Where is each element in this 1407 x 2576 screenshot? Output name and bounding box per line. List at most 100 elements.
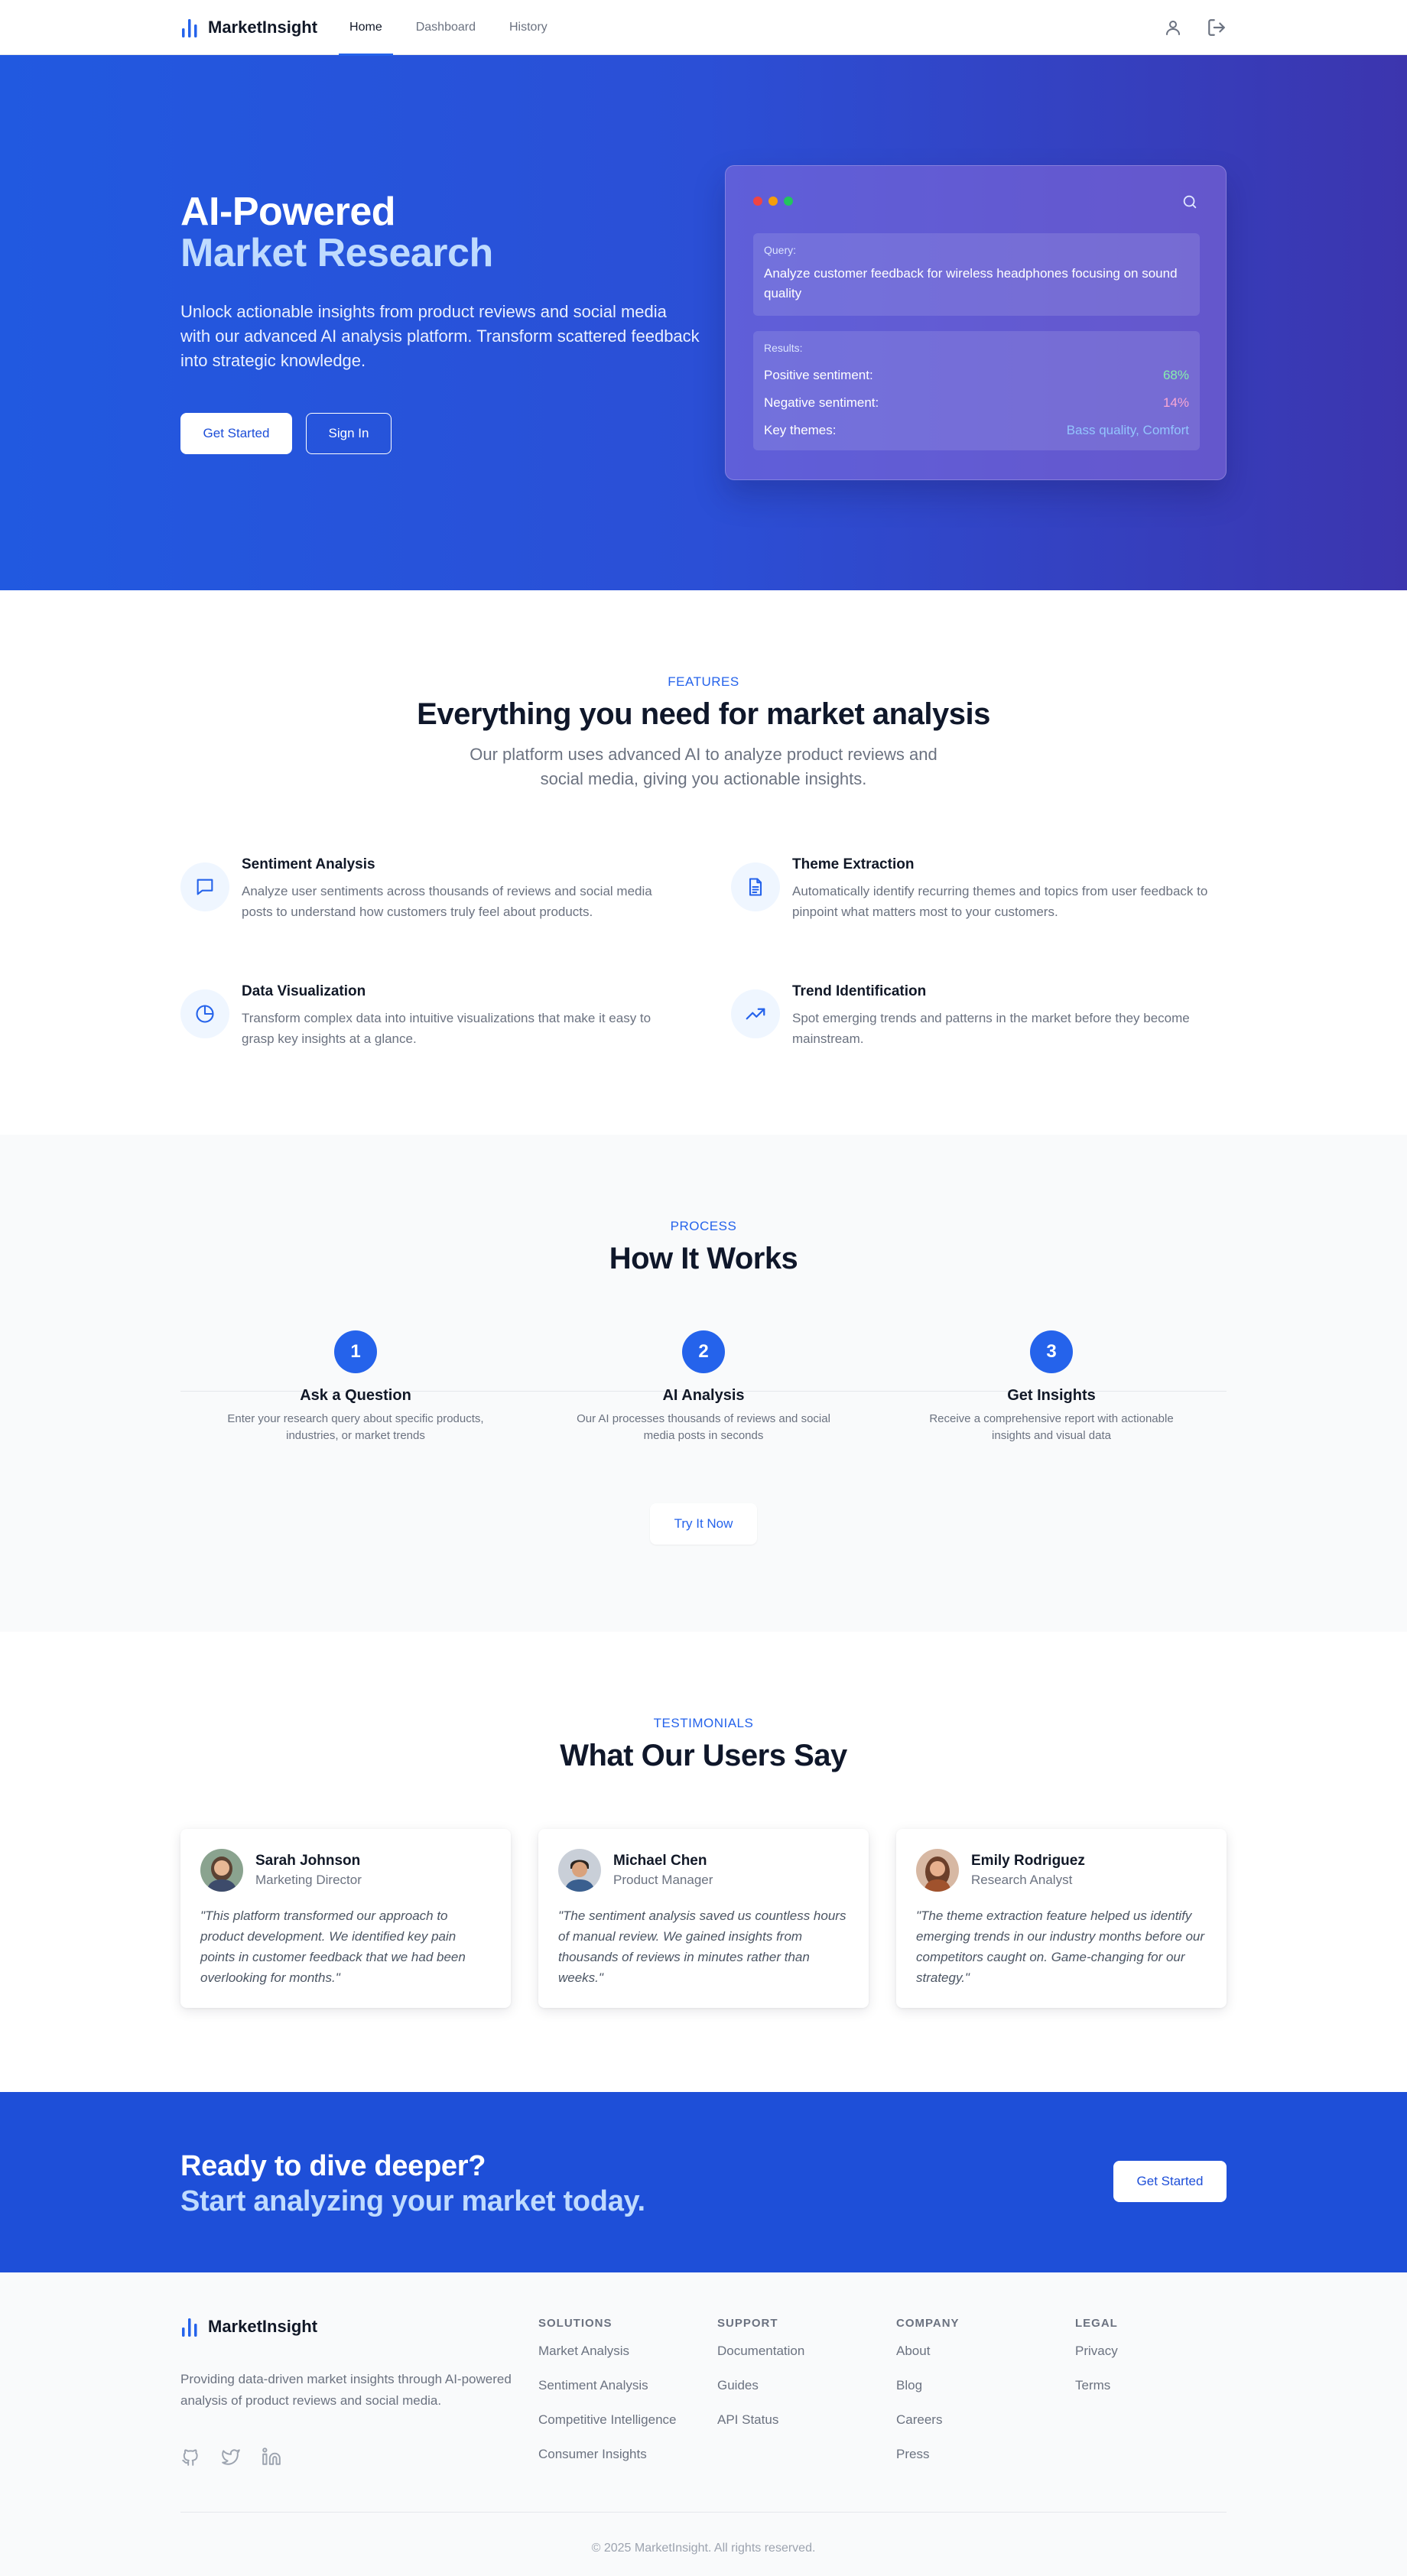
bar-chart-icon: [182, 19, 197, 37]
step-number: 3: [1030, 1330, 1073, 1373]
search-icon[interactable]: [1181, 193, 1198, 210]
testimonial-name: Sarah Johnson: [255, 1853, 361, 1869]
footer-link[interactable]: Careers: [896, 2412, 1064, 2447]
user-icon[interactable]: [1164, 18, 1182, 37]
result-label: Positive sentiment:: [764, 368, 873, 382]
process-step: 3 Get Insights Receive a comprehensive r…: [876, 1330, 1227, 1444]
footer-column-title: COMPANY: [896, 2317, 960, 2330]
footer-column-title: LEGAL: [1075, 2317, 1118, 2330]
testimonial-quote: "The sentiment analysis saved us countle…: [558, 1908, 846, 1985]
footer-brand[interactable]: MarketInsight: [180, 2317, 317, 2337]
avatar: [200, 1849, 243, 1892]
footer-link[interactable]: Blog: [896, 2378, 1064, 2412]
features-title: Everything you need for market analysis: [417, 697, 990, 731]
get-started-button[interactable]: Get Started: [180, 413, 292, 454]
feature-icon-wrap: [180, 862, 229, 911]
footer-link[interactable]: Competitive Intelligence: [538, 2412, 707, 2447]
feature-desc: Spot emerging trends and patterns in the…: [792, 1011, 1190, 1046]
hero-section: AI-Powered Market Research Unlock action…: [0, 55, 1407, 590]
document-icon: [749, 878, 762, 896]
footer-column-title: SUPPORT: [717, 2317, 778, 2330]
cta-section: Ready to dive deeper? Start analyzing yo…: [0, 2092, 1407, 2272]
feature-icon-wrap: [731, 862, 780, 911]
feature-title: Trend Identification: [792, 983, 927, 999]
footer-column-legal: LEGAL Privacy Terms: [1075, 2317, 1243, 2412]
brand-logo[interactable]: MarketInsight: [180, 18, 317, 37]
footer-link[interactable]: Terms: [1075, 2378, 1243, 2412]
step-title: AI Analysis: [662, 1387, 745, 1404]
footer-link[interactable]: API Status: [717, 2412, 885, 2447]
feature-desc: Automatically identify recurring themes …: [792, 884, 1208, 919]
footer-link[interactable]: Market Analysis: [538, 2344, 707, 2378]
hero-title: AI-Powered Market Research: [180, 191, 493, 274]
result-value: 68%: [1162, 368, 1189, 382]
hero-subtitle: Unlock actionable insights from product …: [180, 302, 700, 370]
chat-bubble-icon: [197, 879, 213, 895]
result-value: 14%: [1162, 395, 1189, 410]
window-dots: [753, 197, 793, 206]
avatar: [558, 1849, 601, 1892]
footer-column-support: SUPPORT Documentation Guides API Status: [717, 2317, 885, 2447]
step-number: 2: [682, 1330, 725, 1373]
process-title: How It Works: [609, 1242, 798, 1275]
process-step: 1 Ask a Question Enter your research que…: [180, 1330, 531, 1444]
step-desc: Enter your research query about specific…: [227, 1412, 484, 1442]
sign-in-button[interactable]: Sign In: [306, 413, 392, 454]
footer-link[interactable]: Press: [896, 2447, 1064, 2481]
footer-link[interactable]: Guides: [717, 2378, 885, 2412]
result-label: Key themes:: [764, 423, 837, 437]
pie-chart-icon: [196, 1005, 214, 1023]
linkedin-icon[interactable]: [262, 2447, 281, 2467]
nav-link-history[interactable]: History: [499, 0, 558, 55]
result-row: Positive sentiment: 68%: [764, 362, 1189, 389]
feature-icon-wrap: [180, 989, 229, 1038]
github-icon[interactable]: [180, 2447, 200, 2467]
testimonials-eyebrow: TESTIMONIALS: [653, 1716, 754, 1730]
footer-column-title: SOLUTIONS: [538, 2317, 613, 2330]
footer-link[interactable]: Privacy: [1075, 2344, 1243, 2378]
feature-desc: Transform complex data into intuitive vi…: [242, 1011, 652, 1046]
results-label: Results:: [764, 342, 803, 354]
result-label: Negative sentiment:: [764, 395, 879, 410]
social-links: [180, 2447, 281, 2467]
step-desc: Receive a comprehensive report with acti…: [929, 1412, 1174, 1442]
try-it-now-button[interactable]: Try It Now: [650, 1503, 757, 1545]
copyright: © 2025 MarketInsight. All rights reserve…: [591, 2542, 816, 2555]
footer-description: Providing data-driven market insights th…: [180, 2372, 512, 2408]
footer-link[interactable]: Documentation: [717, 2344, 885, 2378]
nav-link-dashboard[interactable]: Dashboard: [405, 0, 486, 55]
trend-up-icon: [746, 1008, 765, 1020]
features-section: FEATURES Everything you need for market …: [0, 590, 1407, 1135]
feature-title: Data Visualization: [242, 983, 366, 999]
step-title: Ask a Question: [300, 1387, 411, 1404]
result-row: Negative sentiment: 14%: [764, 389, 1189, 417]
feature-desc: Analyze user sentiments across thousands…: [242, 884, 652, 919]
brand-name: MarketInsight: [208, 18, 318, 37]
hero-title-line2: Market Research: [180, 231, 493, 275]
footer-column-company: COMPANY About Blog Careers Press: [896, 2317, 1064, 2481]
process-step: 2 AI Analysis Our AI processes thousands…: [528, 1330, 879, 1444]
footer: MarketInsight Providing data-driven mark…: [0, 2272, 1407, 2576]
cta-line2: Start analyzing your market today.: [180, 2185, 645, 2217]
logout-icon[interactable]: [1207, 18, 1227, 37]
step-number: 1: [334, 1330, 377, 1373]
testimonials-section: TESTIMONIALS What Our Users Say Sarah Jo…: [0, 1632, 1407, 2092]
footer-link[interactable]: Consumer Insights: [538, 2447, 707, 2481]
testimonial-card: Michael Chen Product Manager "The sentim…: [538, 1829, 869, 2008]
footer-link[interactable]: Sentiment Analysis: [538, 2378, 707, 2412]
process-section: PROCESS How It Works 1 Ask a Question En…: [0, 1135, 1407, 1632]
process-eyebrow: PROCESS: [670, 1219, 737, 1233]
nav-link-home[interactable]: Home: [339, 0, 393, 56]
features-eyebrow: FEATURES: [668, 674, 739, 689]
footer-link[interactable]: About: [896, 2344, 1064, 2378]
demo-window: Query: Analyze customer feedback for wir…: [725, 165, 1227, 480]
testimonial-role: Marketing Director: [255, 1873, 362, 1887]
avatar: [916, 1849, 959, 1892]
query-text: Analyze customer feedback for wireless h…: [764, 266, 1178, 300]
cta-get-started-button[interactable]: Get Started: [1113, 2161, 1227, 2202]
cta-title: Ready to dive deeper? Start analyzing yo…: [180, 2149, 645, 2219]
twitter-icon[interactable]: [220, 2447, 242, 2467]
feature-title: Theme Extraction: [792, 856, 915, 872]
red-dot: [753, 197, 762, 206]
top-nav: MarketInsight Home Dashboard History: [0, 0, 1407, 56]
